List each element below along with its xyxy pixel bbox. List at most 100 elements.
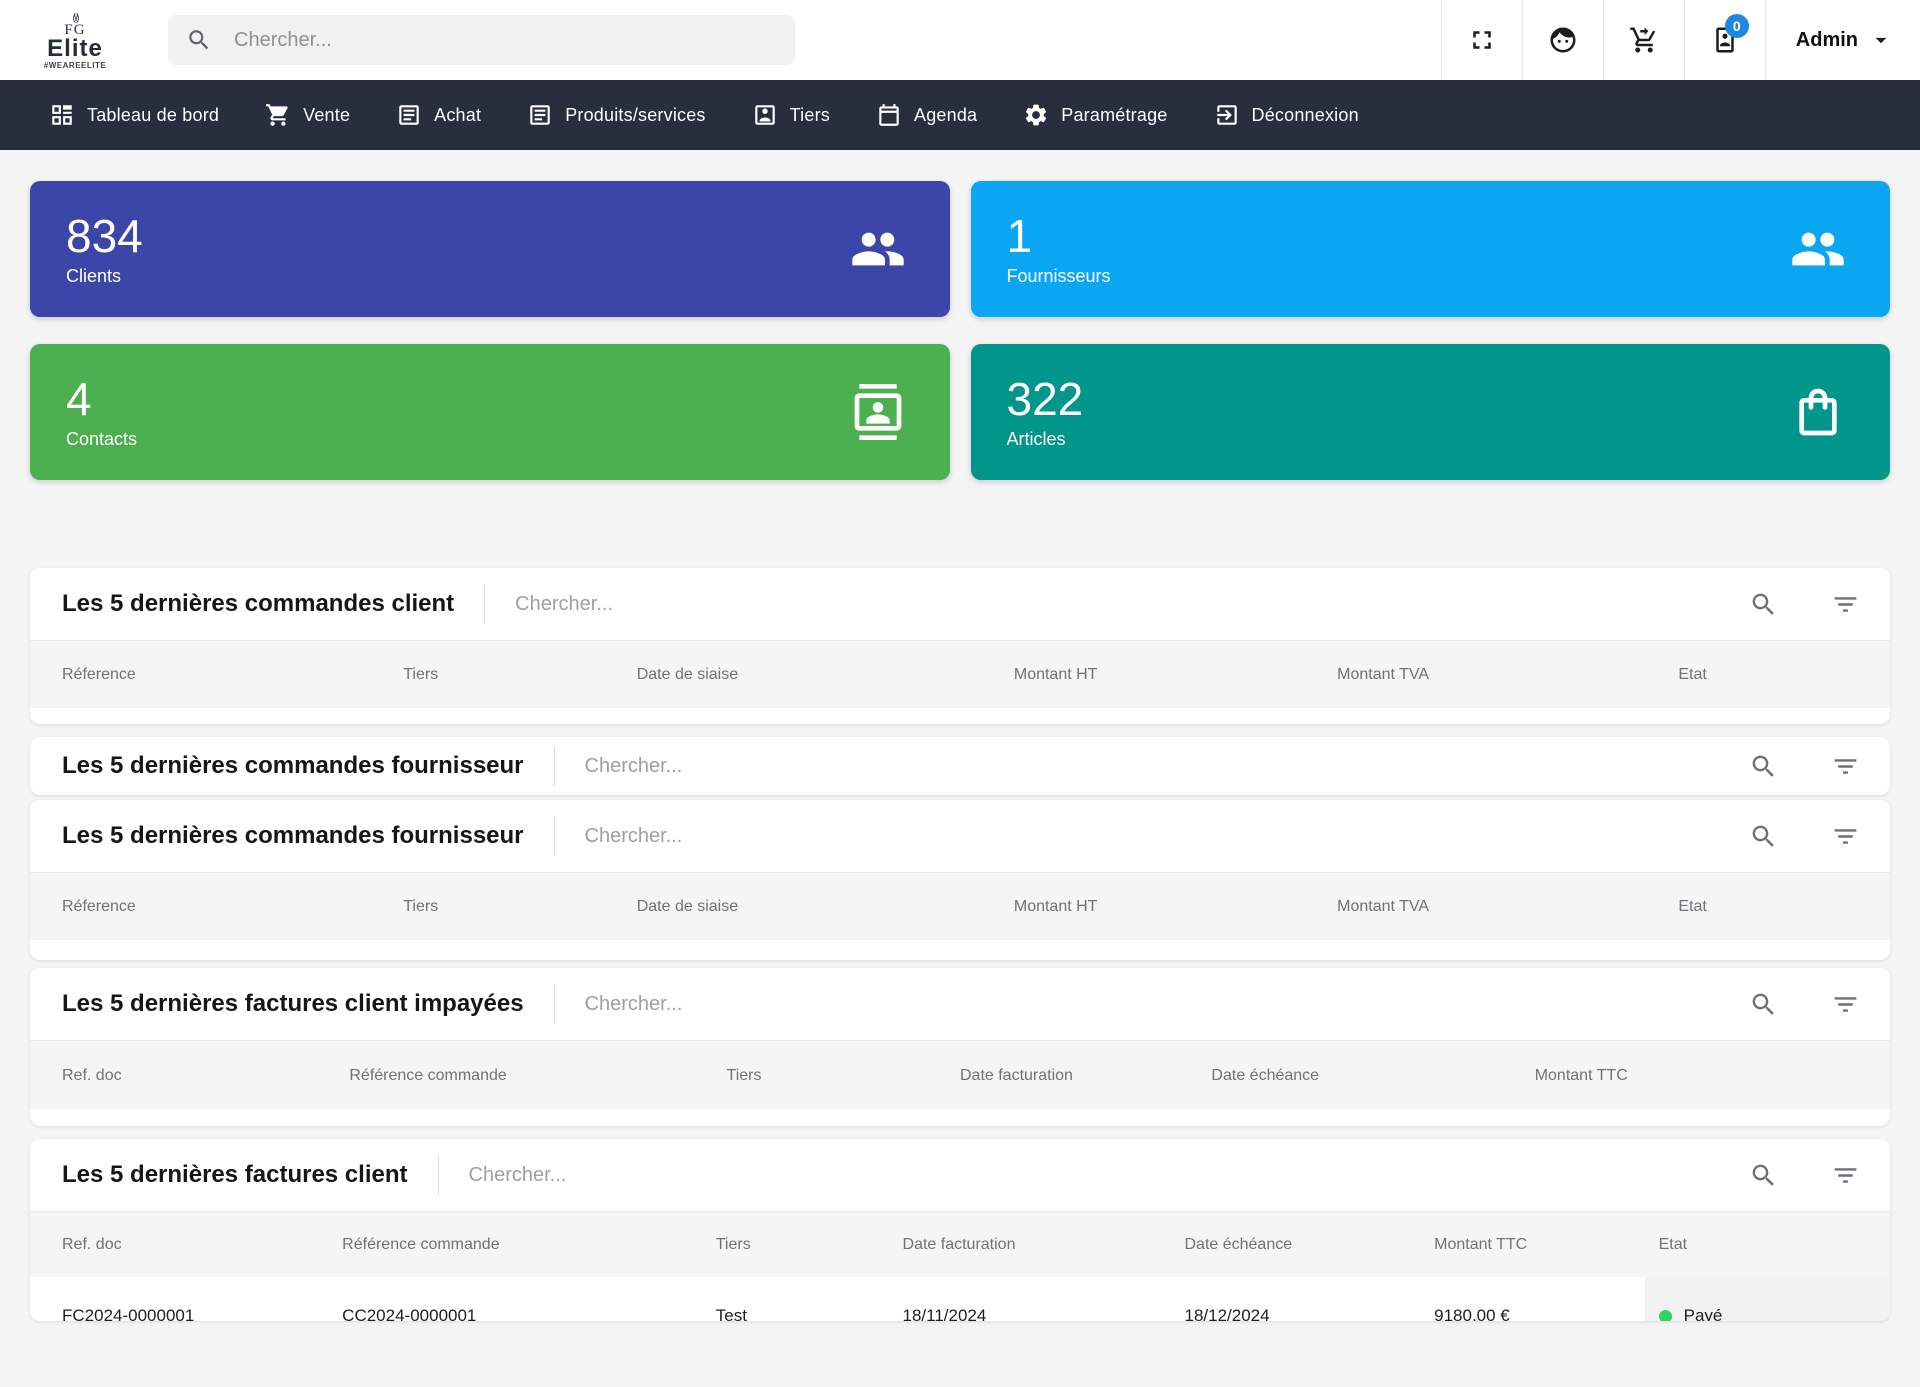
column-header: Montant HT (1013, 897, 1098, 915)
column-header: Montant TVA (1337, 897, 1430, 915)
panel-header: Les 5 dernières commandes client (30, 568, 1890, 640)
filter-button[interactable] (1830, 1160, 1860, 1190)
filter-button[interactable] (1830, 589, 1860, 619)
nav-label: Paramétrage (1061, 104, 1168, 125)
nav-label: Tiers (789, 104, 830, 125)
search-button[interactable] (1748, 1160, 1778, 1190)
column-header: Ref. doc (62, 1235, 122, 1253)
stat-card-articles[interactable]: 322 Articles (970, 344, 1890, 480)
column-header: Date facturation (902, 1235, 1016, 1253)
search-button[interactable] (1748, 751, 1778, 781)
profile-face-button[interactable] (1521, 0, 1603, 80)
cell-tiers: Test (715, 1306, 747, 1321)
nav-label: Achat (434, 104, 482, 125)
panel-search-input[interactable] (584, 824, 1696, 848)
cell-date-echeance: 18/12/2024 (1184, 1306, 1270, 1321)
filter-button[interactable] (1830, 751, 1860, 781)
contacts-icon (854, 384, 901, 440)
nav-label: Tableau de bord (87, 104, 220, 125)
stat-card-fournisseurs[interactable]: 1 Fournisseurs (970, 181, 1890, 317)
nav-item-vente[interactable]: Vente (242, 80, 373, 150)
nav-item-tableau-de-bord[interactable]: Tableau de bord (26, 80, 242, 150)
filter-icon (1834, 828, 1856, 844)
filter-button[interactable] (1830, 989, 1860, 1019)
contacts-panel-button[interactable]: 0 (1683, 0, 1765, 80)
stat-label: Fournisseurs (1006, 265, 1111, 286)
cell-ref-doc: FC2024-0000001 (62, 1306, 195, 1321)
panel-search-input[interactable] (515, 592, 1696, 616)
nav-label: Produits/services (565, 104, 706, 125)
panel-title: Les 5 dernières factures client (62, 1161, 408, 1188)
stat-value: 322 (1006, 372, 1084, 425)
stat-value: 1 (1006, 209, 1033, 262)
cart-icon (266, 104, 288, 126)
panel-commandes-fournisseur: Les 5 dernières commandes fournisseur Ré… (30, 800, 1890, 960)
status-label: Payé (1683, 1306, 1723, 1321)
stat-label: Articles (1006, 428, 1066, 449)
logout-icon (1216, 105, 1237, 125)
column-header: Montant TVA (1337, 665, 1430, 683)
stat-card-contacts[interactable]: 4 Contacts (30, 344, 950, 480)
column-header: Réference (62, 665, 136, 683)
filter-button[interactable] (1830, 821, 1860, 851)
filter-icon (1834, 758, 1856, 774)
panel-header: Les 5 dernières factures client impayées (30, 968, 1890, 1040)
search-button[interactable] (1748, 589, 1778, 619)
search-icon (1752, 593, 1774, 615)
calendar-icon (879, 104, 899, 126)
search-button[interactable] (1748, 989, 1778, 1019)
table-header-row: Réference Tiers Date de siaise Montant H… (30, 872, 1890, 940)
logo-tagline: #WEAREELITE (43, 60, 107, 70)
nav-item-parametrage[interactable]: Paramétrage (1000, 80, 1190, 150)
brand-logo[interactable]: (\ /) FG Elite #WEAREELITE (0, 11, 150, 70)
contact-card-icon (754, 105, 775, 125)
fullscreen-icon (1473, 31, 1491, 49)
cart-checkout-button[interactable] (1602, 0, 1684, 80)
search-icon (1752, 755, 1774, 777)
header-toolbar: 0 Admin (1440, 0, 1920, 80)
main-nav: Tableau de bord Vente Achat Produits/ser… (0, 80, 1920, 150)
user-name: Admin (1795, 28, 1858, 51)
status-dot-icon (1658, 1309, 1672, 1321)
global-search-input[interactable] (234, 28, 754, 52)
panel-header: Les 5 dernières factures client (30, 1139, 1890, 1211)
fullscreen-button[interactable] (1440, 0, 1522, 80)
search-icon (189, 30, 209, 50)
stat-label: Clients (66, 265, 122, 286)
search-button[interactable] (1748, 821, 1778, 851)
global-search (168, 15, 795, 65)
stat-value: 4 (66, 372, 92, 425)
gear-icon (1026, 104, 1047, 126)
divider (553, 746, 555, 786)
search-icon (1752, 825, 1774, 847)
nav-item-tiers[interactable]: Tiers (729, 80, 853, 150)
nav-item-deconnexion[interactable]: Déconnexion (1191, 80, 1382, 150)
column-header: Date échéance (1211, 1066, 1320, 1084)
table-header-row: Ref. doc Référence commande Tiers Date f… (30, 1040, 1890, 1110)
table-row[interactable]: FC2024-0000001 CC2024-0000001 Test 18/11… (30, 1277, 1890, 1321)
panel-search-input[interactable] (584, 754, 1696, 778)
panel-commandes-fournisseur-duplicate: Les 5 dernières commandes fournisseur (30, 737, 1890, 795)
nav-item-achat[interactable]: Achat (373, 80, 504, 150)
panel-search-input[interactable] (584, 992, 1696, 1016)
stat-card-clients[interactable]: 834 Clients (30, 181, 950, 317)
divider (437, 1155, 439, 1195)
cell-ref-commande: CC2024-0000001 (342, 1306, 477, 1321)
main-content: 834 Clients 1 Fournisseurs 4 Contacts 32… (0, 150, 1920, 1321)
logo-brand-text: Elite (47, 34, 103, 62)
column-header: Etat (1678, 897, 1707, 915)
people-icon (1792, 232, 1844, 266)
document-icon (399, 105, 419, 125)
panel-title: Les 5 dernières factures client impayées (62, 990, 524, 1017)
panel-search-input[interactable] (468, 1163, 1696, 1187)
nav-item-produits-services[interactable]: Produits/services (504, 80, 728, 150)
nav-item-agenda[interactable]: Agenda (853, 80, 1000, 150)
panel-title: Les 5 dernières commandes fournisseur (62, 822, 524, 849)
panel-title: Les 5 dernières commandes fournisseur (62, 752, 524, 779)
cart-checkout-icon (1630, 27, 1656, 53)
column-header: Référence commande (342, 1235, 500, 1253)
face-icon (1550, 27, 1576, 53)
column-header: Tiers (403, 897, 439, 915)
nav-label: Vente (303, 104, 351, 125)
user-menu[interactable]: Admin (1764, 0, 1920, 80)
